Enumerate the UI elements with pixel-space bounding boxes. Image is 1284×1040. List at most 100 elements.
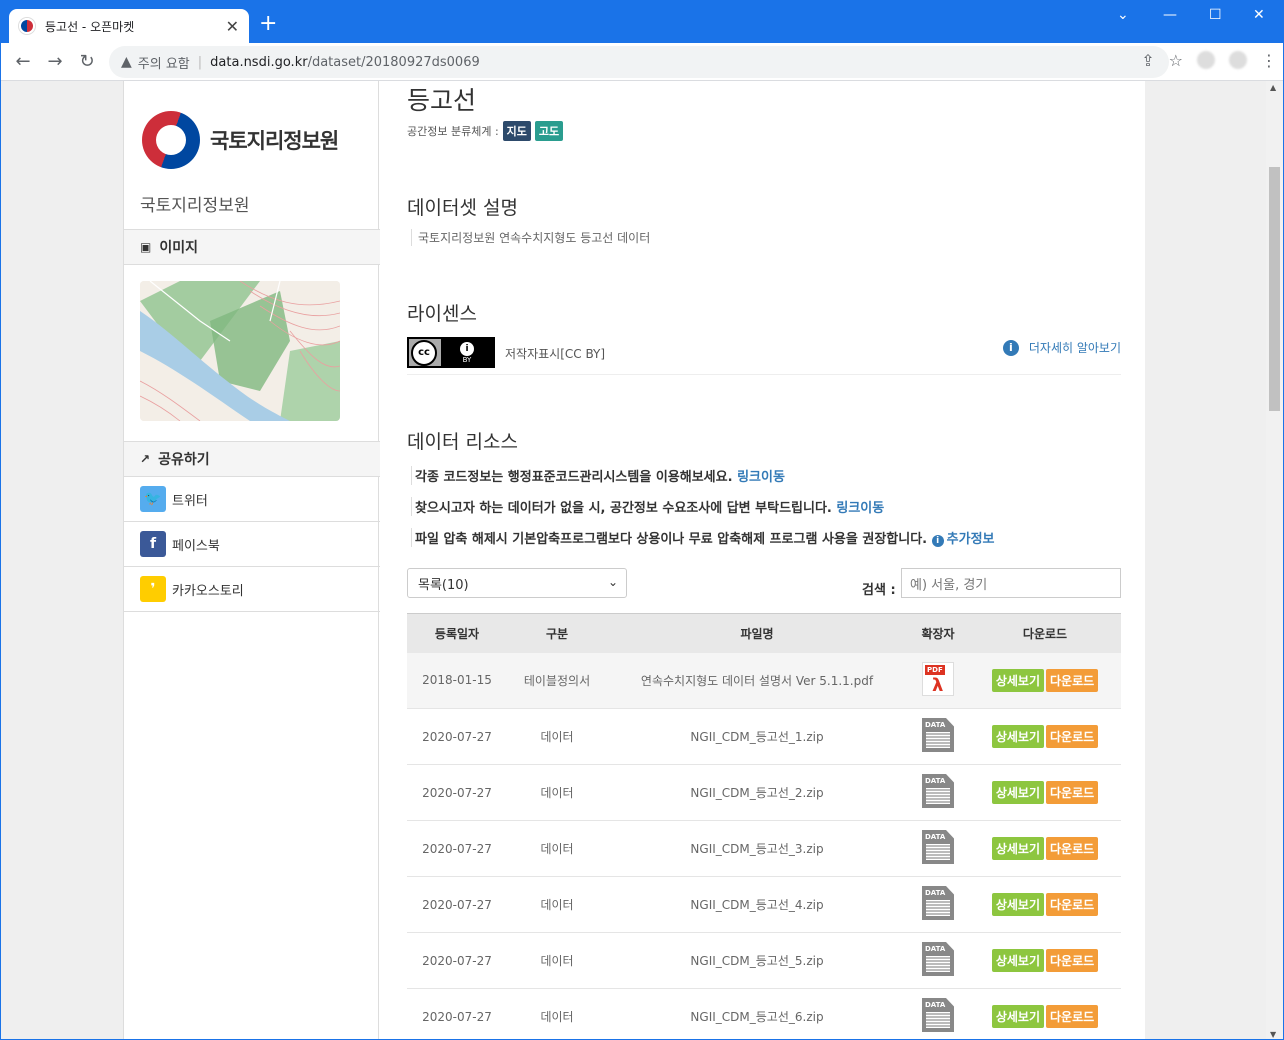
detail-button[interactable]: 상세보기: [991, 949, 1044, 972]
download-button[interactable]: 다운로드: [1046, 725, 1099, 748]
notice-link-label: 추가정보: [946, 532, 995, 547]
cell-filename: NGII_CDM_등고선_4.zip: [607, 876, 907, 933]
contour-map-thumbnail[interactable]: [140, 281, 340, 421]
cell-filename: NGII_CDM_등고선_5.zip: [607, 932, 907, 989]
notice-link[interactable]: 링크이동: [737, 470, 785, 485]
cell-ext: [907, 876, 969, 933]
sidebar: 국토지리정보원 국토지리정보원 ▣ 이미지 ↗ 공유하기 🐦 트위터 f 페이스…: [123, 81, 380, 1039]
taxonomy-row: 공간정보 분류체계 : 지도 고도: [407, 121, 564, 141]
col-date[interactable]: 등록일자: [407, 613, 507, 653]
browser-tab[interactable]: 등고선 - 오픈마켓 ✕: [9, 9, 249, 43]
cell-date: 2020-07-27: [407, 932, 507, 989]
minimize-icon[interactable]: —: [1163, 7, 1177, 23]
col-ext[interactable]: 확장자: [907, 613, 969, 653]
col-type[interactable]: 구분: [507, 613, 607, 653]
taxonomy-label: 공간정보 분류체계 :: [407, 125, 499, 138]
menu-icon[interactable]: ⋮: [1261, 51, 1277, 70]
cell-ext: [907, 932, 969, 989]
badge-elevation[interactable]: 고도: [534, 121, 564, 141]
cell-type: 데이터: [507, 820, 607, 877]
security-label: 주의 요함: [137, 56, 190, 72]
cell-filename: NGII_CDM_등고선_6.zip: [607, 988, 907, 1039]
notice-link[interactable]: i 추가정보: [931, 532, 995, 547]
license-more-label: 더자세히 알아보기: [1028, 341, 1121, 355]
download-button[interactable]: 다운로드: [1046, 837, 1099, 860]
cell-filename: NGII_CDM_등고선_1.zip: [607, 708, 907, 765]
new-tab-button[interactable]: +: [259, 11, 277, 36]
scroll-thumb[interactable]: [1269, 167, 1280, 411]
license-heading: 라이센스: [407, 303, 477, 325]
data-file-icon: [922, 942, 954, 976]
detail-button[interactable]: 상세보기: [991, 1005, 1044, 1028]
content-container: 국토지리정보원 국토지리정보원 ▣ 이미지 ↗ 공유하기 🐦 트위터 f 페이스…: [123, 81, 1145, 1039]
url-domain: data.nsdi.go.kr: [210, 54, 308, 70]
notice-unzip: 파일 압축 해제시 기본압축프로그램보다 상용이나 무료 압축해제 프로그램 사…: [411, 528, 995, 547]
cell-type: 테이블정의서: [507, 652, 607, 709]
page-viewport: 국토지리정보원 국토지리정보원 ▣ 이미지 ↗ 공유하기 🐦 트위터 f 페이스…: [1, 81, 1267, 1039]
table-row: 2018-01-15 테이블정의서 연속수치지형도 데이터 설명서 Ver 5.1.…: [407, 652, 1121, 709]
vertical-scrollbar[interactable]: ▲ ▼: [1266, 81, 1283, 1039]
bookmark-star-icon[interactable]: ☆: [1169, 51, 1183, 70]
notice-text: 각종 코드정보는 행정표준코드관리시스템을 이용해보세요.: [415, 470, 733, 485]
detail-button[interactable]: 상세보기: [991, 668, 1044, 692]
maximize-icon[interactable]: ☐: [1209, 7, 1222, 23]
reload-icon[interactable]: ↻: [71, 51, 103, 72]
share-icon[interactable]: ⇪: [1141, 51, 1154, 70]
share-kakaostory[interactable]: ❜ 카카오스토리: [124, 567, 380, 612]
tab-strip: 등고선 - 오픈마켓 ✕ + ⌄ — ☐ ✕: [1, 1, 1283, 43]
profile-avatar[interactable]: [1229, 51, 1247, 69]
extension-icon[interactable]: [1197, 51, 1215, 69]
info-icon: i: [1002, 339, 1019, 356]
forward-icon[interactable]: →: [39, 51, 71, 72]
download-button[interactable]: 다운로드: [1046, 1005, 1099, 1028]
download-button[interactable]: 다운로드: [1046, 949, 1099, 972]
detail-button[interactable]: 상세보기: [991, 837, 1044, 860]
cell-date: 2020-07-27: [407, 820, 507, 877]
tab-close-icon[interactable]: ✕: [226, 17, 239, 36]
table-row: 2020-07-27데이터NGII_CDM_등고선_4.zip 상세보기다운로드: [407, 876, 1121, 933]
ngii-logo[interactable]: 국토지리정보원: [142, 111, 339, 169]
cell-type: 데이터: [507, 876, 607, 933]
share-facebook[interactable]: f 페이스북: [124, 522, 380, 567]
list-count-select[interactable]: 목록(10) ⌄: [407, 568, 627, 598]
tab-title: 등고선 - 오픈마켓: [45, 19, 135, 34]
close-window-icon[interactable]: ✕: [1253, 7, 1265, 23]
tab-search-icon[interactable]: ⌄: [1117, 7, 1129, 23]
address-bar[interactable]: ▲ 주의 요함 | data.nsdi.go.kr/dataset/201809…: [109, 46, 1169, 78]
notice-link[interactable]: 링크이동: [836, 501, 884, 516]
license-more-link[interactable]: i 더자세히 알아보기: [1002, 339, 1121, 356]
col-filename[interactable]: 파일명: [607, 613, 907, 653]
image-section-label: 이미지: [159, 240, 198, 256]
data-file-icon: [922, 886, 954, 920]
badge-map[interactable]: 지도: [502, 121, 531, 141]
col-download[interactable]: 다운로드: [969, 613, 1121, 653]
cell-filename: NGII_CDM_등고선_3.zip: [607, 820, 907, 877]
detail-button[interactable]: 상세보기: [991, 893, 1044, 916]
pdf-file-icon: [922, 661, 954, 696]
download-button[interactable]: 다운로드: [1046, 668, 1099, 692]
scroll-up-icon[interactable]: ▲: [1270, 83, 1276, 92]
back-icon[interactable]: ←: [7, 51, 39, 72]
share-item-label: 페이스북: [172, 538, 220, 554]
cc-by-icon[interactable]: cc i BY: [407, 337, 495, 368]
cell-type: 데이터: [507, 764, 607, 821]
favicon-icon: [19, 18, 35, 34]
search-input[interactable]: 예) 서울, 경기: [901, 568, 1121, 598]
notice-survey: 찾으시고자 하는 데이터가 없을 시, 공간정보 수요조사에 답변 부탁드립니다…: [411, 497, 884, 516]
facebook-icon: f: [140, 531, 166, 557]
download-button[interactable]: 다운로드: [1046, 893, 1099, 916]
cell-actions: 상세보기 다운로드: [969, 932, 1121, 989]
cell-date: 2020-07-27: [407, 708, 507, 765]
resources-heading: 데이터 리소스: [407, 431, 518, 453]
cell-filename: NGII_CDM_등고선_2.zip: [607, 764, 907, 821]
detail-button[interactable]: 상세보기: [991, 725, 1044, 748]
detail-button[interactable]: 상세보기: [991, 781, 1044, 804]
data-file-icon: [922, 774, 954, 808]
share-twitter[interactable]: 🐦 트위터: [124, 477, 380, 522]
cell-filename: 연속수치지형도 데이터 설명서 Ver 5.1.1.pdf: [607, 652, 907, 709]
data-file-icon: [922, 998, 954, 1032]
scroll-down-icon[interactable]: ▼: [1270, 1030, 1276, 1039]
kakaostory-icon: ❜: [140, 576, 166, 602]
download-button[interactable]: 다운로드: [1046, 781, 1099, 804]
table-row: 2020-07-27데이터NGII_CDM_등고선_5.zip 상세보기다운로드: [407, 932, 1121, 989]
